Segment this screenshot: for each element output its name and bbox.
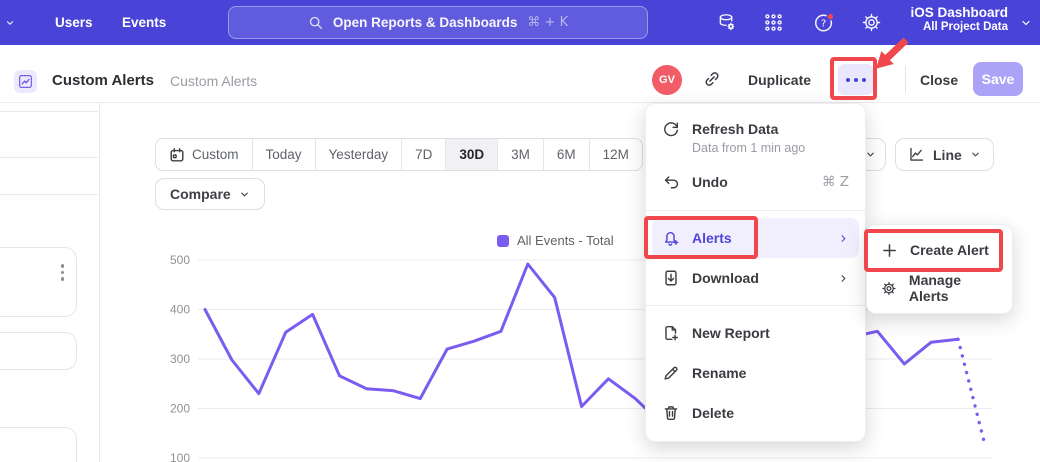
- more-options-menu: Refresh Data Data from 1 min ago Undo ⌘ …: [645, 103, 866, 442]
- date-range-yesterday[interactable]: Yesterday: [316, 139, 403, 170]
- shortcut-label: ⌘ Z: [822, 174, 849, 190]
- app-window: 500 400 300 200 100 All Events - Total Custo…: [0, 0, 1040, 462]
- search-icon: [308, 15, 323, 30]
- bell-plus-icon: [662, 229, 680, 247]
- chevron-right-icon: [838, 273, 849, 284]
- chevron-down-icon[interactable]: [1020, 17, 1032, 29]
- date-range-6m[interactable]: 6M: [544, 139, 590, 170]
- close-button[interactable]: Close: [920, 72, 958, 88]
- avatar[interactable]: GV: [652, 65, 682, 95]
- chart-type-button[interactable]: Line: [895, 138, 994, 171]
- nav-item-events[interactable]: Events: [122, 0, 166, 45]
- legend-label: All Events - Total: [517, 233, 614, 248]
- chevron-down-icon: [970, 149, 981, 160]
- menu-item-undo[interactable]: Undo ⌘ Z: [646, 161, 865, 203]
- pencil-icon: [662, 364, 680, 382]
- settings-gear-icon[interactable]: [861, 12, 882, 33]
- page-title: Custom Alerts: [52, 72, 154, 89]
- svg-text:200: 200: [170, 402, 190, 416]
- line-chart-icon: [908, 146, 925, 163]
- apps-grid-icon[interactable]: [763, 12, 784, 33]
- trash-icon: [662, 404, 680, 422]
- alerts-submenu: Create Alert Manage Alerts: [866, 224, 1013, 314]
- compare-button[interactable]: Compare: [155, 178, 265, 210]
- menu-item-sublabel: Data from 1 min ago: [692, 141, 849, 155]
- menu-item-alerts[interactable]: Alerts: [652, 218, 859, 258]
- menu-item-download[interactable]: Download: [646, 258, 865, 298]
- menu-item-rename[interactable]: Rename: [646, 353, 865, 393]
- submenu-item-manage-alerts[interactable]: Manage Alerts: [867, 269, 1012, 307]
- date-range-3m[interactable]: 3M: [498, 139, 544, 170]
- nav-item-truncated[interactable]: s: [0, 0, 15, 45]
- submenu-item-create-alert[interactable]: Create Alert: [867, 231, 1012, 269]
- left-sidebar: [0, 103, 100, 462]
- report-header: Custom Alerts Custom Alerts GV Duplicate…: [0, 45, 1040, 103]
- date-range-control: Custom Today Yesterday 7D 30D 3M 6M 12M: [155, 138, 643, 171]
- header-divider: [905, 66, 906, 93]
- chart-legend: All Events - Total: [497, 233, 614, 248]
- new-report-icon: [662, 324, 680, 342]
- date-range-today[interactable]: Today: [253, 139, 316, 170]
- svg-text:100: 100: [170, 451, 190, 462]
- kebab-menu-icon[interactable]: [61, 264, 65, 281]
- duplicate-button[interactable]: Duplicate: [748, 72, 811, 88]
- refresh-icon: [662, 120, 680, 138]
- chevron-down-icon: [239, 189, 250, 200]
- sidebar-divider: [0, 111, 98, 112]
- sidebar-divider: [0, 157, 98, 158]
- legend-swatch: [497, 235, 509, 247]
- calendar-icon: [169, 147, 185, 163]
- help-icon[interactable]: ?: [813, 12, 834, 33]
- date-range-12m[interactable]: 12M: [590, 139, 642, 170]
- search-shortcut: ⌘ + K: [527, 15, 568, 30]
- svg-text:?: ?: [821, 19, 826, 30]
- menu-item-refresh-data[interactable]: Refresh Data Data from 1 min ago: [646, 112, 865, 161]
- project-title: iOS Dashboard: [910, 5, 1008, 20]
- date-range-7d[interactable]: 7D: [402, 139, 446, 170]
- sidebar-card[interactable]: [0, 247, 77, 317]
- nav-item-users[interactable]: Users: [55, 0, 93, 45]
- chevron-down-icon: [865, 149, 876, 160]
- menu-divider: [646, 210, 865, 211]
- menu-item-delete[interactable]: Delete: [646, 393, 865, 433]
- plus-icon: [881, 242, 898, 259]
- notification-dot: [827, 13, 834, 20]
- global-search-input[interactable]: Open Reports & Dashboards ⌘ + K: [228, 6, 648, 39]
- date-range-custom[interactable]: Custom: [156, 139, 253, 170]
- breadcrumb: Custom Alerts: [170, 73, 257, 89]
- menu-divider: [646, 305, 865, 306]
- chevron-down-icon: [5, 18, 15, 28]
- svg-text:500: 500: [170, 253, 190, 267]
- date-range-30d[interactable]: 30D: [446, 139, 498, 170]
- menu-item-new-report[interactable]: New Report: [646, 313, 865, 353]
- more-options-button[interactable]: [838, 64, 873, 95]
- project-subtitle: All Project Data: [910, 21, 1008, 33]
- download-icon: [662, 269, 680, 287]
- svg-text:400: 400: [170, 303, 190, 317]
- sidebar-card[interactable]: [0, 332, 77, 370]
- report-icon: [14, 70, 37, 93]
- gear-icon: [881, 280, 897, 297]
- search-placeholder: Open Reports & Dashboards: [333, 15, 518, 30]
- project-switcher[interactable]: iOS Dashboard All Project Data: [910, 5, 1008, 33]
- data-sources-icon[interactable]: [716, 12, 737, 33]
- sidebar-card[interactable]: [0, 427, 77, 462]
- copy-link-icon[interactable]: [702, 69, 722, 89]
- tab-label: Custom: [192, 147, 239, 162]
- top-navbar: s Users Events Open Reports & Dashboards…: [0, 0, 1040, 45]
- svg-text:300: 300: [170, 352, 190, 366]
- undo-icon: [662, 173, 680, 191]
- chevron-right-icon: [838, 233, 849, 244]
- sidebar-divider: [0, 194, 98, 195]
- save-button[interactable]: Save: [973, 62, 1023, 96]
